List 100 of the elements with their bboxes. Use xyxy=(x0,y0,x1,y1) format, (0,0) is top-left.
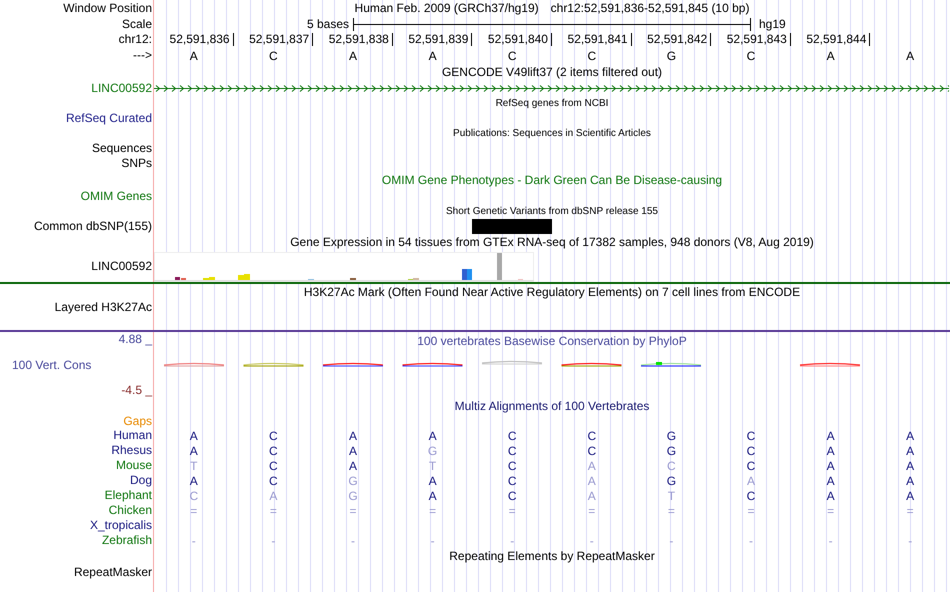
track-label: LINC00592 xyxy=(91,258,152,274)
position-label: 52,591,838 xyxy=(328,33,393,46)
alignment-base: = xyxy=(349,504,356,518)
alignment-base: A xyxy=(348,428,357,442)
alignment-base: C xyxy=(746,458,756,472)
alignment-base: A xyxy=(428,474,437,488)
alignment-base: A xyxy=(588,488,596,502)
alignment-base: A xyxy=(190,428,198,442)
row-label: chr12: xyxy=(118,32,152,47)
track-title: RefSeq genes from NCBI xyxy=(496,98,608,108)
alignment-base: A xyxy=(906,428,914,442)
alignment-base: G xyxy=(666,474,676,488)
alignment-base: A xyxy=(588,458,596,472)
alignment-base: = xyxy=(588,504,596,518)
alignment-base: A xyxy=(190,474,198,488)
alignment-base: A xyxy=(746,474,755,488)
axis-min-label: -4.5 _ xyxy=(120,383,152,398)
alignment-base: C xyxy=(508,488,517,502)
position-label: 52,591,844 xyxy=(806,33,870,46)
position-label: 52,591,841 xyxy=(568,33,632,46)
alignment-base: G xyxy=(348,474,358,488)
position-label: 52,591,839 xyxy=(408,33,472,46)
species-label: Dog xyxy=(130,473,152,488)
alignment-base: A xyxy=(826,488,835,502)
alignment-base: C xyxy=(508,444,517,458)
alignment-base: G xyxy=(666,428,676,442)
base-letter: A xyxy=(428,48,437,62)
alignment-base: C xyxy=(746,444,756,458)
position-label: 52,591,836 xyxy=(170,33,234,46)
alignment-base: = xyxy=(906,504,914,518)
track-label: Sequences xyxy=(92,141,152,156)
alignment-base: - xyxy=(748,534,753,548)
alignment-base: C xyxy=(587,444,596,458)
row-label: Window Position xyxy=(63,0,152,16)
track-label: RepeatMasker xyxy=(74,564,152,580)
alignment-base: C xyxy=(508,474,517,488)
alignment-base: A xyxy=(269,488,278,502)
track-title: H3K27Ac Mark (Often Found Near Active Regulatory Elements) on 7 cell lines from ENCODE xyxy=(304,285,800,299)
alignment-base: A xyxy=(826,428,835,442)
base-letter: G xyxy=(666,48,676,62)
assembly-label: hg19 xyxy=(758,17,787,31)
scale-size-label: 5 bases xyxy=(306,17,350,31)
alignment-base: C xyxy=(269,444,278,458)
base-letter: A xyxy=(190,48,198,62)
species-label: Elephant xyxy=(104,488,152,503)
alignment-base: A xyxy=(826,474,835,488)
base-letter: C xyxy=(587,48,596,62)
base-letter: C xyxy=(508,48,517,62)
track-label: LINC00592 xyxy=(91,80,152,96)
alignment-base: A xyxy=(826,444,835,458)
alignment-base: T xyxy=(190,458,198,472)
alignment-base: - xyxy=(350,534,355,548)
alignment-base: T xyxy=(668,488,676,502)
alignment-base: - xyxy=(828,534,833,548)
track-title: 100 vertebrates Basewise Conservation by PhyloP xyxy=(417,334,687,348)
alignment-base: G xyxy=(666,444,676,458)
alignment-base: - xyxy=(430,534,435,548)
species-label: Mouse xyxy=(116,458,152,473)
position-title: chr12:52,591,836-52,591,845 (10 bp) xyxy=(550,1,750,15)
row-label: Scale xyxy=(122,16,152,32)
species-label: Chicken xyxy=(108,503,152,518)
track-label: RefSeq Curated xyxy=(66,110,152,126)
track-label: Layered H3K27Ac xyxy=(54,300,152,315)
alignment-base: A xyxy=(906,444,914,458)
alignment-base: C xyxy=(508,458,517,472)
species-label: Rhesus xyxy=(111,443,152,458)
alignment-base: - xyxy=(590,534,594,548)
position-label: 52,591,840 xyxy=(488,33,552,46)
base-letter: A xyxy=(906,48,914,62)
track-title: GENCODE V49lift37 (2 items filtered out) xyxy=(442,65,662,79)
alignment-base: - xyxy=(271,534,276,548)
alignment-base: T xyxy=(428,458,436,472)
axis-max-label: 4.88 _ xyxy=(118,332,152,347)
species-label: Human xyxy=(113,428,152,443)
alignment-base: A xyxy=(588,474,596,488)
alignment-base: A xyxy=(906,474,914,488)
alignment-base: C xyxy=(269,474,278,488)
base-letter: A xyxy=(348,48,357,62)
assembly-title: Human Feb. 2009 (GRCh37/hg19) xyxy=(354,1,539,15)
alignment-base: A xyxy=(190,444,198,458)
alignment-base: C xyxy=(746,488,756,502)
alignment-base: C xyxy=(667,458,676,472)
track-label: SNPs xyxy=(121,156,152,171)
track-label: Common dbSNP(155) xyxy=(34,218,152,234)
strand-label: ---> xyxy=(133,48,152,63)
track-title: OMIM Gene Phenotypes - Dark Green Can Be Disease-causing xyxy=(382,173,722,187)
alignment-base: C xyxy=(189,488,198,502)
alignment-base: - xyxy=(192,534,196,548)
alignment-base: A xyxy=(906,458,914,472)
alignment-base: G xyxy=(428,444,438,458)
position-label: 52,591,837 xyxy=(249,33,314,46)
alignment-base: - xyxy=(669,534,674,548)
alignment-base: A xyxy=(428,428,437,442)
alignment-base: C xyxy=(508,428,517,442)
species-label: Zebrafish xyxy=(102,533,152,548)
track-title: Short Genetic Variants from dbSNP release 155 xyxy=(446,206,658,216)
alignment-base: = xyxy=(270,504,277,518)
alignment-base: = xyxy=(668,504,675,518)
track-label: 100 Vert. Cons xyxy=(12,358,92,372)
alignment-base: = xyxy=(190,504,198,518)
